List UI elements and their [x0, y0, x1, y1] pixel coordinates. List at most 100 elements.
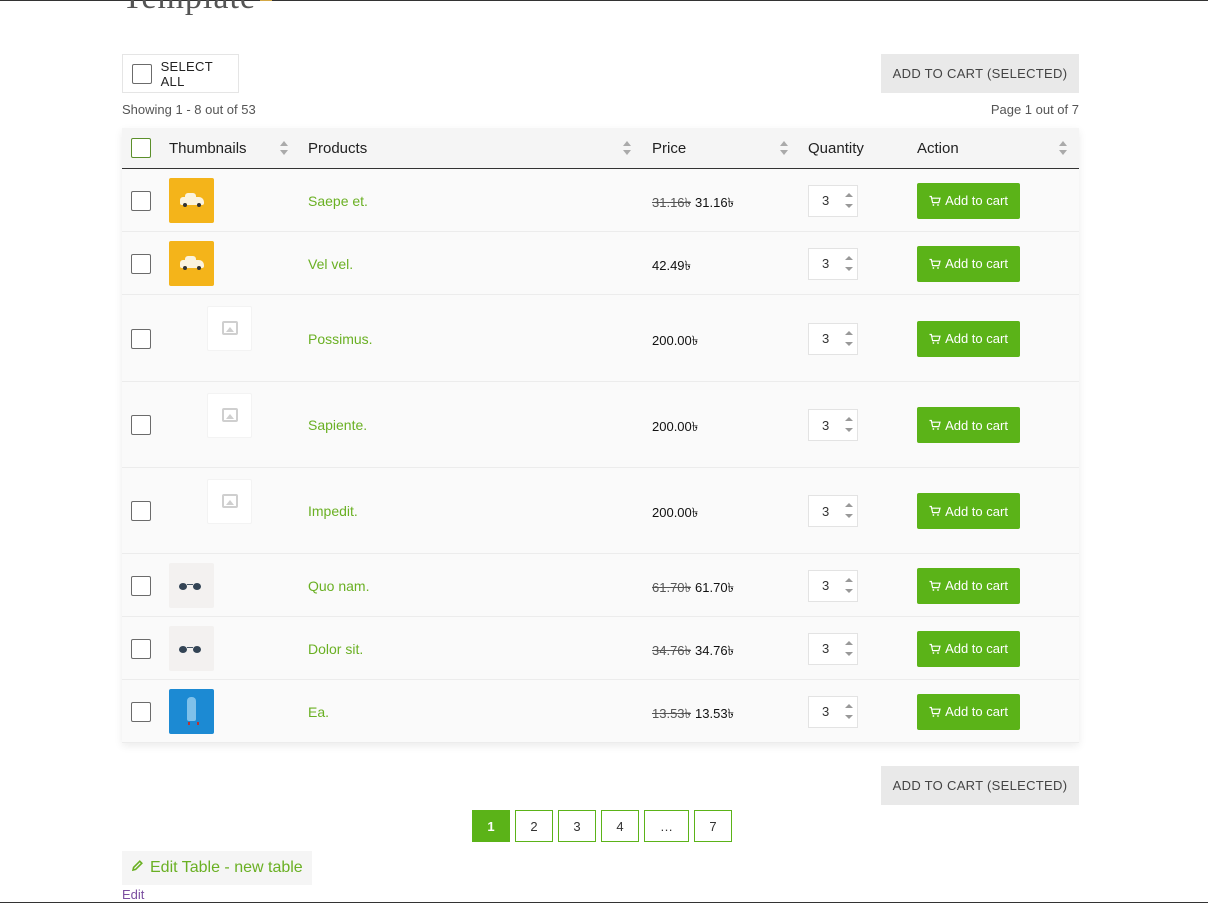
- header-select-checkbox[interactable]: [131, 138, 151, 158]
- add-to-cart-button[interactable]: Add to cart: [917, 630, 1020, 667]
- regular-price: 61.70৳: [652, 579, 692, 595]
- product-name-link[interactable]: Possimus.: [308, 331, 373, 347]
- pagination: 1 2 3 4… 7: [472, 810, 732, 842]
- quantity-stepper[interactable]: 3: [808, 695, 858, 728]
- cart-icon: [929, 195, 941, 206]
- header-thumbnails[interactable]: Thumbnails: [169, 128, 247, 168]
- showing-count: Showing 1 - 8 out of 53: [122, 102, 256, 117]
- quantity-stepper[interactable]: 3: [808, 495, 858, 527]
- header-products[interactable]: Products: [308, 128, 367, 168]
- cart-icon: [929, 643, 941, 654]
- page-title: Template: [122, 0, 272, 17]
- add-selected-to-cart-button-top[interactable]: ADD TO CART (SELECTED): [881, 54, 1079, 93]
- add-to-cart-label: Add to cart: [945, 503, 1008, 519]
- row-select-checkbox[interactable]: [131, 701, 151, 722]
- stepper-arrows-icon[interactable]: [845, 255, 853, 273]
- add-to-cart-label: Add to cart: [945, 704, 1008, 719]
- stepper-arrows-icon[interactable]: [845, 417, 853, 434]
- row-select-checkbox[interactable]: [131, 575, 151, 596]
- product-thumbnail-car[interactable]: [169, 178, 214, 223]
- header-quantity: Quantity: [808, 139, 864, 157]
- row-select-checkbox[interactable]: [131, 415, 151, 435]
- product-name-link[interactable]: Ea.: [308, 704, 329, 720]
- quantity-stepper[interactable]: 3: [808, 247, 858, 280]
- stepper-arrows-icon[interactable]: [845, 703, 853, 721]
- current-price: 61.70৳: [695, 579, 735, 595]
- product-price: 34.76৳ 34.76৳: [652, 642, 734, 663]
- page-button-2[interactable]: 2: [515, 810, 553, 842]
- quantity-stepper[interactable]: 3: [808, 322, 858, 355]
- product-price: 31.16৳ 31.16৳: [652, 194, 734, 215]
- product-price: 61.70৳ 61.70৳: [652, 579, 734, 600]
- placeholder-image-icon[interactable]: [207, 306, 252, 351]
- header-action[interactable]: Action: [917, 128, 959, 168]
- page-button-1[interactable]: 1: [472, 810, 510, 842]
- cart-icon: [929, 333, 941, 344]
- add-to-cart-button[interactable]: Add to cart: [917, 493, 1020, 529]
- page-button-4[interactable]: 4: [601, 810, 639, 842]
- sort-price-icon[interactable]: [779, 140, 789, 157]
- add-to-cart-label: Add to cart: [945, 193, 1008, 208]
- select-all-toggle[interactable]: SELECT ALL: [122, 54, 239, 93]
- row-select-checkbox[interactable]: [131, 190, 151, 211]
- quantity-value: 3: [822, 193, 830, 208]
- table-row: Dolor sit. 34.76৳ 34.76৳ 3 Add to cart: [122, 617, 1079, 680]
- row-select-checkbox[interactable]: [131, 638, 151, 659]
- product-thumbnail-car[interactable]: [169, 241, 214, 286]
- current-price: 200.00৳: [652, 332, 699, 348]
- placeholder-image-icon[interactable]: [207, 479, 252, 524]
- product-name-link[interactable]: Saepe et.: [308, 193, 368, 209]
- table-header: Thumbnails Products Price Quantity Actio…: [122, 128, 1079, 169]
- quantity-value: 3: [822, 417, 830, 433]
- table-row: Possimus. 200.00৳ 3 Add to cart: [122, 295, 1079, 382]
- add-to-cart-button[interactable]: Add to cart: [917, 693, 1020, 730]
- regular-price: 31.16৳: [652, 194, 692, 210]
- add-to-cart-button[interactable]: Add to cart: [917, 407, 1020, 443]
- edit-table-label: Edit Table - new table: [150, 859, 303, 876]
- add-to-cart-label: Add to cart: [945, 578, 1008, 593]
- header-price[interactable]: Price: [652, 128, 686, 168]
- page-info: Page 1 out of 7: [990, 102, 1079, 117]
- stepper-arrows-icon[interactable]: [845, 577, 853, 595]
- current-price: 42.49৳: [652, 257, 692, 273]
- add-selected-to-cart-button-bottom[interactable]: ADD TO CART (SELECTED): [881, 766, 1079, 805]
- product-thumbnail-figure[interactable]: [169, 689, 214, 734]
- row-select-checkbox[interactable]: [131, 253, 151, 274]
- stepper-arrows-icon[interactable]: [845, 640, 853, 658]
- select-all-checkbox[interactable]: [132, 63, 152, 84]
- row-select-checkbox[interactable]: [131, 501, 151, 521]
- product-price: 42.49৳: [652, 257, 691, 278]
- sort-thumbnails-icon[interactable]: [279, 140, 289, 157]
- quantity-stepper[interactable]: 3: [808, 184, 858, 217]
- add-to-cart-button[interactable]: Add to cart: [917, 320, 1020, 357]
- stepper-arrows-icon[interactable]: [845, 503, 853, 520]
- quantity-stepper[interactable]: 3: [808, 632, 858, 665]
- product-thumbnail-sunglasses[interactable]: [169, 563, 214, 608]
- page-button-3[interactable]: 3: [558, 810, 596, 842]
- stepper-arrows-icon[interactable]: [845, 330, 853, 348]
- add-to-cart-button[interactable]: Add to cart: [917, 245, 1020, 282]
- quantity-stepper[interactable]: 3: [808, 409, 858, 441]
- product-name-link[interactable]: Impedit.: [308, 503, 358, 519]
- product-name-link[interactable]: Quo nam.: [308, 578, 369, 594]
- product-name-link[interactable]: Vel vel.: [308, 256, 353, 272]
- cart-icon: [929, 706, 941, 717]
- product-name-link[interactable]: Dolor sit.: [308, 641, 363, 657]
- current-price: 200.00৳: [652, 419, 699, 434]
- placeholder-image-icon[interactable]: [207, 393, 252, 438]
- row-select-checkbox[interactable]: [131, 328, 151, 349]
- add-to-cart-label: Add to cart: [945, 256, 1008, 271]
- cart-icon: [929, 505, 941, 516]
- add-to-cart-button[interactable]: Add to cart: [917, 567, 1020, 604]
- stepper-arrows-icon[interactable]: [845, 192, 853, 210]
- edit-table-button[interactable]: Edit Table - new table: [122, 851, 312, 885]
- product-thumbnail-sunglasses[interactable]: [169, 626, 214, 671]
- quantity-stepper[interactable]: 3: [808, 569, 858, 602]
- sort-action-icon[interactable]: [1058, 140, 1068, 157]
- page-button-7[interactable]: 7: [694, 810, 732, 842]
- edit-link[interactable]: Edit: [122, 887, 144, 902]
- sort-products-icon[interactable]: [622, 140, 632, 157]
- product-name-link[interactable]: Sapiente.: [308, 417, 367, 433]
- add-to-cart-button[interactable]: Add to cart: [917, 182, 1020, 219]
- table-row: Impedit. 200.00৳ 3 Add to cart: [122, 468, 1079, 554]
